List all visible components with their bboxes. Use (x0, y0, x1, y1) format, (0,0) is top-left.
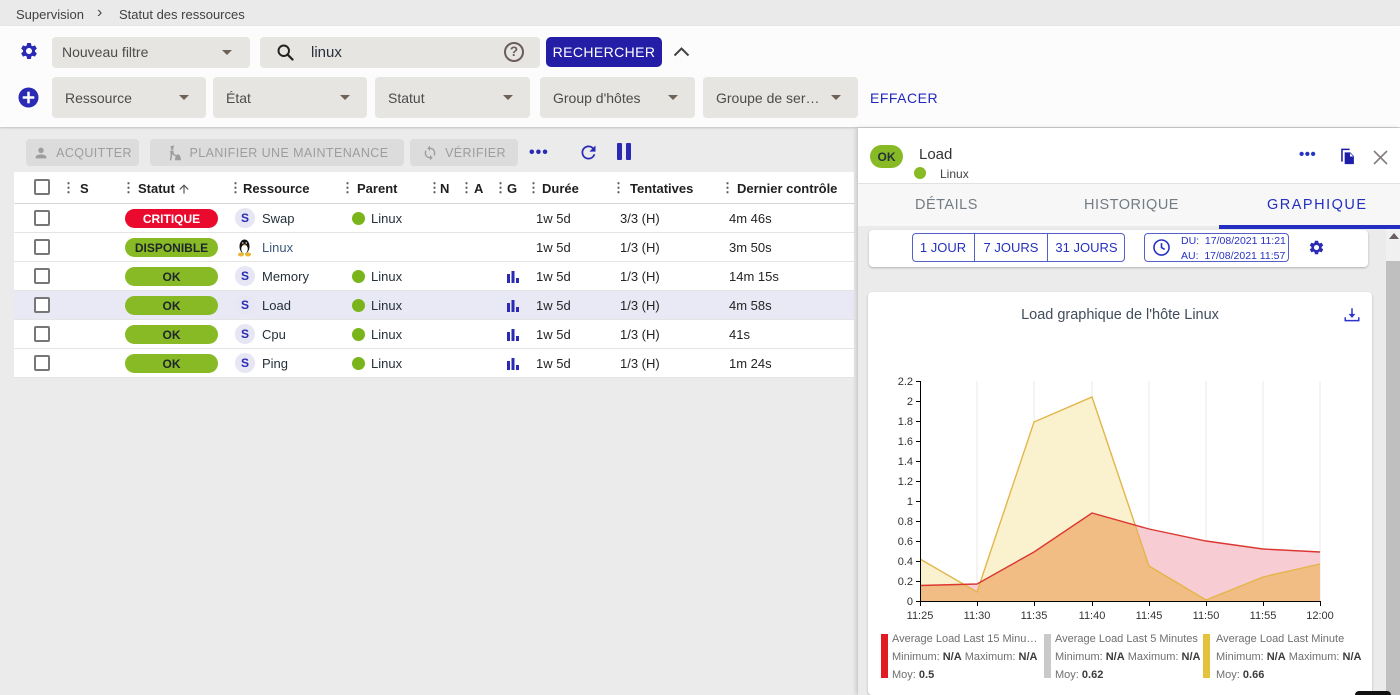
svg-text:1: 1 (907, 496, 913, 508)
svg-text:11:40: 11:40 (1079, 610, 1106, 622)
svg-text:2: 2 (907, 396, 913, 408)
svg-text:11:55: 11:55 (1250, 610, 1277, 622)
svg-text:11:25: 11:25 (907, 610, 934, 622)
svg-text:12:00: 12:00 (1306, 610, 1334, 622)
svg-text:1.4: 1.4 (898, 456, 913, 468)
svg-text:11:35: 11:35 (1021, 610, 1048, 622)
svg-text:1.6: 1.6 (898, 436, 913, 448)
svg-text:2.2: 2.2 (898, 376, 913, 388)
svg-text:1.8: 1.8 (898, 416, 913, 428)
svg-text:0.2: 0.2 (898, 576, 913, 588)
svg-text:11:45: 11:45 (1136, 610, 1163, 622)
svg-text:0.8: 0.8 (898, 516, 913, 528)
svg-text:1.2: 1.2 (898, 476, 913, 488)
svg-text:0.6: 0.6 (898, 536, 913, 548)
svg-text:11:30: 11:30 (964, 610, 991, 622)
svg-text:0.4: 0.4 (898, 556, 913, 568)
svg-text:0: 0 (907, 596, 913, 608)
svg-text:11:50: 11:50 (1193, 610, 1220, 622)
